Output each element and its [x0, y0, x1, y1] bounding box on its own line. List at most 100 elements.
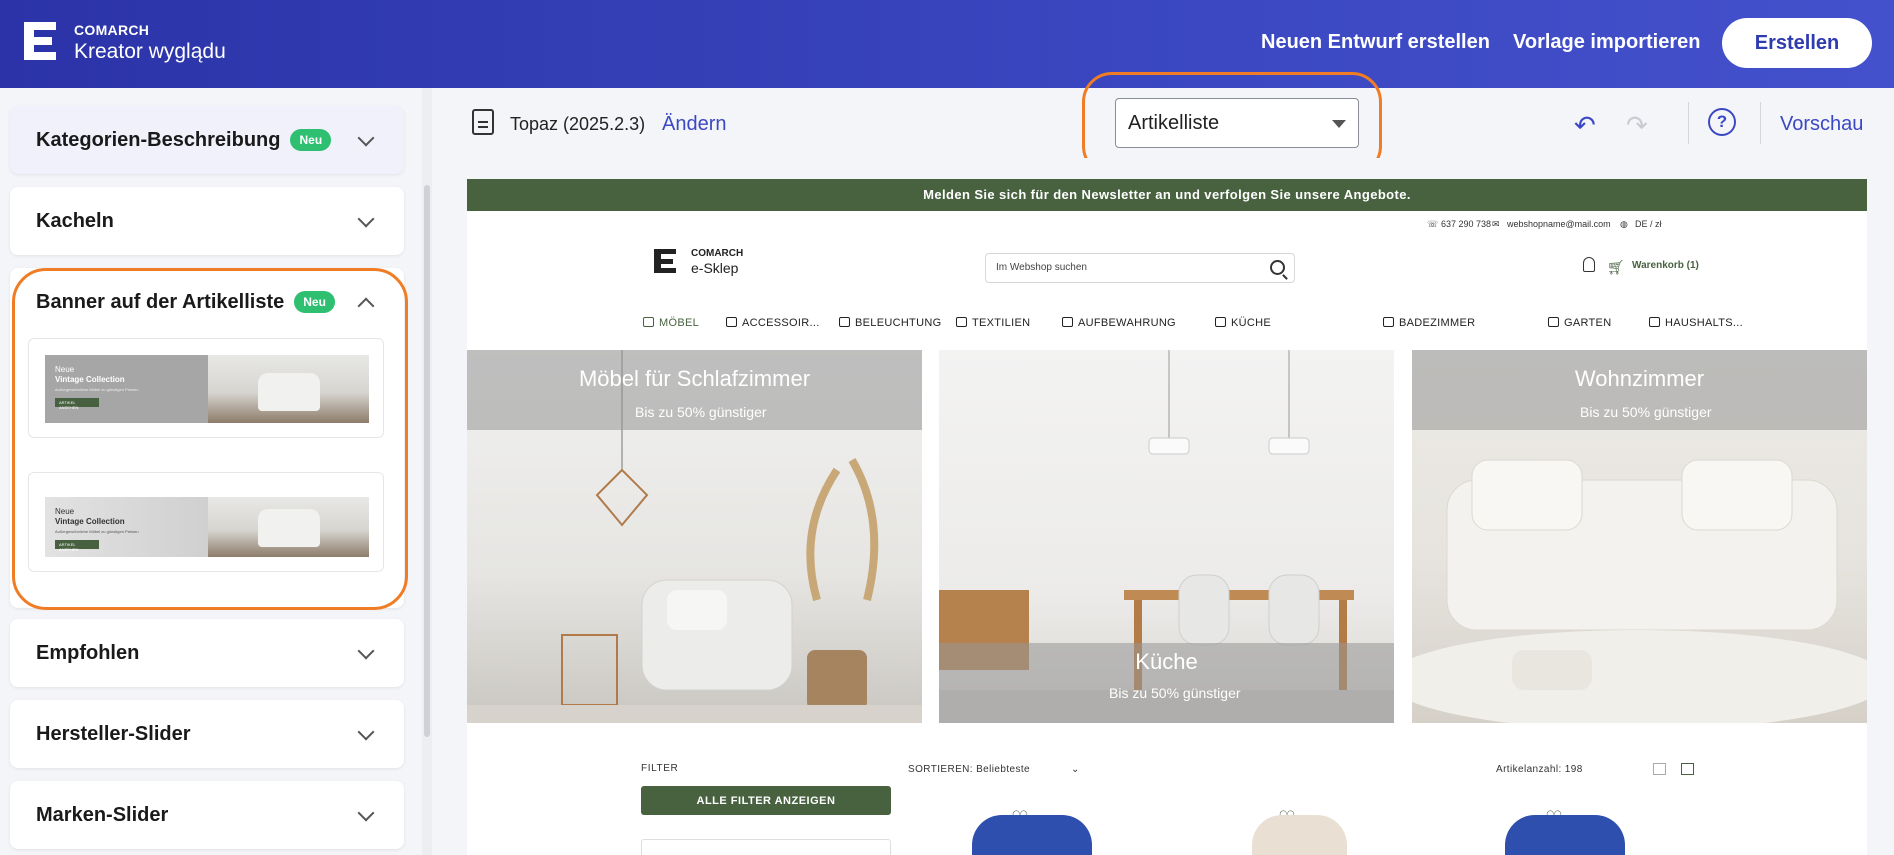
thumb-button: ARTIKEL ANSEHEN: [55, 398, 99, 410]
sidebar-item-label: Kategorien-Beschreibung: [36, 128, 281, 151]
sidebar-item-category-description[interactable]: Kategorien-Beschreibung Neu: [10, 106, 404, 174]
banner-thumbnail-2[interactable]: Neue Vintage Collection Außergewöhnliche…: [28, 472, 384, 572]
preview-canvas: Melden Sie sich für den Newsletter an un…: [432, 158, 1894, 855]
thumb-line3: Außergewöhnliche Möbel zu günstigen Prei…: [55, 387, 139, 392]
cart-link[interactable]: Warenkorb (1): [1632, 260, 1699, 271]
menu-item-moebel[interactable]: MÖBEL: [643, 317, 699, 329]
thumb-line2: Vintage Collection: [55, 517, 125, 526]
tile-title: Möbel für Schlafzimmer: [578, 366, 811, 391]
import-template-link[interactable]: Vorlage importieren: [1513, 31, 1700, 54]
sidebar-item-tiles[interactable]: Kacheln: [10, 187, 404, 255]
plant-icon: [1548, 317, 1559, 327]
app-brand: COMARCH Kreator wyglądu: [74, 22, 226, 64]
thumb-line2: Vintage Collection: [55, 375, 125, 384]
toolbar-divider: [1688, 102, 1689, 144]
shop-phone[interactable]: 637 290 738: [1441, 219, 1491, 229]
menu-item-textilien[interactable]: TEXTILIEN: [956, 317, 1030, 329]
sidebar-item-product-list-banner[interactable]: Banner auf der Artikelliste Neu Neue Vin…: [10, 268, 404, 608]
redo-icon: ↷: [1626, 110, 1648, 140]
editor-toolbar: Topaz (2025.2.3) Ändern Artikelliste ↶ ↷…: [432, 88, 1894, 158]
menu-item-haushalt[interactable]: HAUSHALTS...: [1649, 317, 1743, 329]
sofa-icon: [643, 317, 654, 327]
grid-view-icon[interactable]: [1653, 763, 1666, 775]
product-image[interactable]: [972, 815, 1092, 855]
filter-box[interactable]: [641, 839, 891, 855]
search-placeholder: Im Webshop suchen: [996, 262, 1087, 273]
shop-preview: Melden Sie sich für den Newsletter an un…: [467, 179, 1867, 855]
chevron-down-icon[interactable]: [357, 642, 375, 660]
brand-company: COMARCH: [74, 22, 150, 38]
shop-search-input[interactable]: Im Webshop suchen: [985, 253, 1295, 283]
sidebar-item-recommended[interactable]: Empfohlen: [10, 619, 404, 687]
menu-item-badezimmer[interactable]: BADEZIMMER: [1383, 317, 1475, 329]
sidebar: Kategorien-Beschreibung Neu Kacheln Bann…: [0, 88, 420, 855]
help-icon[interactable]: ?: [1708, 108, 1736, 136]
shop-email[interactable]: webshopname@mail.com: [1507, 219, 1611, 229]
show-all-filters-button[interactable]: ALLE FILTER ANZEIGEN: [641, 786, 891, 815]
shop-brand-name: e-Sklep: [691, 260, 739, 276]
textile-icon: [956, 317, 967, 327]
brand-app-name: Kreator wyglądu: [74, 40, 226, 63]
lamp-icon: [839, 317, 850, 327]
new-badge: Neu: [294, 291, 335, 313]
appliance-icon: [1649, 317, 1660, 327]
change-theme-link[interactable]: Ändern: [662, 113, 727, 136]
preview-link[interactable]: Vorschau: [1780, 113, 1863, 136]
shop-brand-company: COMARCH: [691, 248, 744, 259]
newsletter-bar[interactable]: Melden Sie sich für den Newsletter an un…: [467, 179, 1867, 211]
user-icon[interactable]: [1583, 257, 1595, 272]
cart-icon[interactable]: 🛒︎: [1607, 259, 1625, 276]
list-view-icon[interactable]: [1681, 763, 1694, 775]
category-tile-living-room[interactable]: Wohnzimmer Bis zu 50% günstiger: [1412, 350, 1867, 723]
menu-item-kueche[interactable]: KÜCHE: [1215, 317, 1271, 329]
tile-title: Küche: [1135, 649, 1198, 674]
sidebar-item-brand-slider[interactable]: Marken-Slider: [10, 781, 404, 849]
document-icon: [472, 109, 494, 135]
chevron-down-icon[interactable]: [357, 129, 375, 147]
thumb-line3: Außergewöhnliche Möbel zu günstigen Prei…: [55, 529, 139, 534]
sidebar-item-label: Marken-Slider: [36, 803, 169, 826]
undo-icon[interactable]: ↶: [1574, 110, 1596, 141]
menu-item-garten[interactable]: GARTEN: [1548, 317, 1611, 329]
page-select[interactable]: Artikelliste: [1115, 98, 1359, 148]
thumb-line1: Neue: [55, 365, 75, 374]
menu-item-accessoires[interactable]: ACCESSOIR...: [726, 317, 820, 329]
category-tile-kitchen[interactable]: Küche Bis zu 50% günstiger: [939, 350, 1394, 723]
sidebar-item-manufacturer-slider[interactable]: Hersteller-Slider: [10, 700, 404, 768]
new-badge: Neu: [290, 129, 332, 151]
chevron-down-icon[interactable]: ⌄: [1071, 764, 1080, 775]
product-image[interactable]: [1252, 815, 1347, 855]
chevron-up-icon[interactable]: [357, 297, 375, 315]
mail-icon: ✉: [1492, 219, 1500, 229]
thumb-button: ARTIKEL ANSEHEN: [55, 540, 99, 552]
sidebar-item-label: Kacheln: [36, 209, 114, 232]
gift-icon: [726, 317, 737, 327]
thumb-line1: Neue: [55, 507, 75, 516]
new-draft-link[interactable]: Neuen Entwurf erstellen: [1261, 31, 1490, 54]
article-count: Artikelanzahl: 198: [1496, 764, 1583, 775]
search-icon[interactable]: [1270, 260, 1285, 275]
sort-select[interactable]: SORTIEREN: Beliebteste: [908, 764, 1030, 775]
thumb-image: [208, 355, 369, 423]
sidebar-scrollbar[interactable]: [424, 185, 430, 737]
sidebar-item-label: Empfohlen: [36, 641, 140, 664]
toolbar-divider: [1760, 102, 1761, 144]
product-image[interactable]: [1505, 815, 1625, 855]
tile-subtitle: Bis zu 50% günstiger: [1109, 685, 1241, 701]
chevron-down-icon[interactable]: [357, 804, 375, 822]
tile-subtitle: Bis zu 50% günstiger: [1580, 404, 1712, 420]
banner-thumbnail-1[interactable]: Neue Vintage Collection Außergewöhnliche…: [28, 338, 384, 438]
create-button[interactable]: Erstellen: [1722, 18, 1872, 68]
sidebar-item-label: Banner auf der Artikelliste: [36, 290, 285, 313]
tile-title: Wohnzimmer: [1574, 366, 1705, 391]
comarch-logo-icon: [24, 22, 56, 60]
chevron-down-icon[interactable]: [357, 210, 375, 228]
tile-subtitle: Bis zu 50% günstiger: [635, 404, 767, 420]
category-tile-bedroom[interactable]: Möbel für Schlafzimmer Bis zu 50% günsti…: [467, 350, 922, 723]
menu-item-beleuchtung[interactable]: BELEUCHTUNG: [839, 317, 941, 329]
menu-item-aufbewahrung[interactable]: AUFBEWAHRUNG: [1062, 317, 1176, 329]
chevron-down-icon[interactable]: [357, 723, 375, 741]
storage-icon: [1062, 317, 1073, 327]
globe-icon: ◍: [1620, 219, 1628, 229]
language-currency-switch[interactable]: DE / zł: [1635, 219, 1662, 229]
